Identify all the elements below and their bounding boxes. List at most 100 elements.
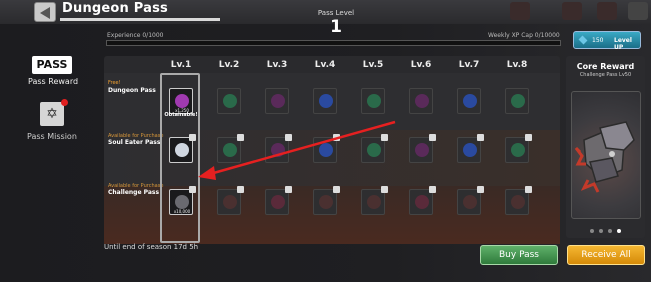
pass-level-label: Pass Level [317,9,355,17]
reward-item-icon [511,143,525,157]
reward-quantity: x10,000 [173,209,191,214]
buy-pass-button[interactable]: Buy Pass [480,245,558,265]
reward-cell[interactable] [409,186,436,215]
reward-cell[interactable] [505,134,532,163]
lock-icon [525,186,532,193]
reward-cell[interactable] [457,134,484,163]
top-shortcut-icon[interactable] [510,2,530,20]
pass-reward-tab-icon[interactable]: PASS [32,56,72,74]
page-title: Dungeon Pass [62,1,168,16]
reward-item-icon [367,195,381,209]
reward-item-icon [319,94,333,108]
top-shortcut-icon[interactable] [562,2,582,20]
carousel-page-dot[interactable] [590,229,594,233]
pass-level-value: 1 [330,17,342,37]
level-header: Lv.7 [458,60,480,70]
row-name: Dungeon Pass [108,87,156,94]
level-up-button[interactable]: 150 Level UP [573,31,641,51]
lock-icon [429,134,436,141]
season-timer: Until end of season 17d 5h [104,243,199,251]
menu-icon[interactable] [628,2,648,20]
reward-item-icon [175,143,189,157]
reward-item-icon [271,143,285,157]
level-up-cost: 150 [592,37,604,44]
reward-cell[interactable] [169,134,196,163]
experience-label: Experience 0/1000 [107,32,164,39]
title-underline [60,18,220,21]
tab-pass-mission[interactable]: Pass Mission [27,132,77,141]
reward-cell[interactable] [265,186,292,215]
level-header: Lv.8 [506,60,528,70]
reward-cell[interactable] [313,186,340,215]
lock-icon [381,134,388,141]
dark-gauntlet-icon[interactable] [571,91,641,219]
experience-bar [106,40,561,46]
row-name: Challenge Pass [108,189,160,196]
reward-item-icon [223,94,237,108]
reward-cell[interactable] [361,186,388,215]
lock-icon [333,186,340,193]
reward-item-icon [415,94,429,108]
carousel-page-dot[interactable] [608,229,612,233]
reward-item-icon [223,143,237,157]
reward-item-icon [463,94,477,108]
receive-all-button[interactable]: Receive All [567,245,645,265]
carousel-page-dot[interactable] [617,229,621,233]
reward-cell[interactable] [313,134,340,163]
reward-item-icon [511,94,525,108]
lock-icon [477,134,484,141]
reward-cell[interactable] [217,186,244,215]
reward-cell[interactable] [457,88,481,114]
reward-item-icon [367,143,381,157]
reward-item-icon [175,195,189,209]
core-reward-title: Core Reward [576,62,635,71]
lock-icon [189,134,196,141]
gem-icon [578,35,588,45]
reward-cell[interactable] [265,134,292,163]
reward-item-icon [271,94,285,108]
reward-cell[interactable] [505,186,532,215]
weekly-xp-cap-label: Weekly XP Cap 0/10000 [488,32,560,39]
level-header: Lv.3 [266,60,288,70]
reward-cell[interactable] [313,88,337,114]
carousel-page-dot[interactable] [599,229,603,233]
reward-cell[interactable] [217,88,241,114]
reward-cell[interactable] [409,134,436,163]
reward-cell[interactable] [217,134,244,163]
reward-item-icon [223,195,237,209]
reward-item-icon [319,143,333,157]
top-shortcut-icon[interactable] [597,2,617,20]
lock-icon [237,186,244,193]
core-reward-subtitle: Challenge Pass Lv50 [579,72,632,78]
gauntlet-art [574,121,635,193]
reward-cell[interactable] [265,88,289,114]
reward-item-icon [415,195,429,209]
reward-cell[interactable] [409,88,433,114]
reward-cell[interactable]: x1,250 [169,88,193,114]
level-header: Lv.1 [170,60,192,70]
lock-icon [381,186,388,193]
reward-cell[interactable] [457,186,484,215]
reward-cell[interactable]: x10,000 [169,186,196,215]
reward-cell[interactable] [361,134,388,163]
reward-item-icon [511,195,525,209]
lock-icon [189,186,196,193]
back-button[interactable] [34,2,56,22]
lock-icon [477,186,484,193]
tab-pass-reward[interactable]: Pass Reward [28,77,78,86]
lock-icon [285,134,292,141]
reward-item-icon [463,195,477,209]
lock-icon [333,134,340,141]
lock-icon [237,134,244,141]
reward-item-icon [271,195,285,209]
reward-item-icon [367,94,381,108]
lock-icon [429,186,436,193]
reward-cell[interactable] [361,88,385,114]
lock-icon [285,186,292,193]
reward-item-icon [319,195,333,209]
reward-cell[interactable] [505,88,529,114]
level-header: Lv.4 [314,60,336,70]
mission-book-icon[interactable]: ✡ [40,102,64,126]
row-tag: Free! [108,80,121,86]
lock-icon [525,134,532,141]
